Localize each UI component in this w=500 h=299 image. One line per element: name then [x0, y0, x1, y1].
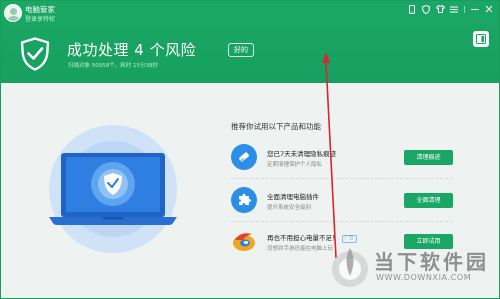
- menu-icon[interactable]: [448, 4, 460, 14]
- watermark-cn: 当下软件园: [374, 250, 489, 274]
- close-icon[interactable]: [483, 4, 495, 14]
- window-controls: [406, 4, 495, 14]
- puzzle-icon: [231, 187, 257, 213]
- phone-icon[interactable]: [406, 4, 418, 14]
- laptop-illustration: [49, 125, 177, 253]
- recommend-item-desc: 定期清理保护个人隐私: [267, 162, 323, 168]
- recommend-title: 推荐你试用以下产品和功能: [231, 122, 321, 131]
- clean-traces-button[interactable]: 清理痕迹: [404, 150, 453, 165]
- divider: [231, 221, 453, 222]
- divider: [231, 178, 453, 179]
- result-feedback-button[interactable]: 好的: [228, 43, 254, 57]
- shield-check-icon: [20, 37, 50, 71]
- watermark-logo-icon: [332, 248, 368, 287]
- login-link[interactable]: 登录享特权: [25, 14, 55, 23]
- user-avatar[interactable]: [4, 4, 22, 22]
- full-clean-button[interactable]: 全面清理: [404, 193, 453, 208]
- result-header: 电脑管家 登录享特权 成功处理 4 个风险 好的 扫描对象 50958个，耗时 …: [1, 1, 499, 83]
- recommend-item-desc: 提升系统安全级别: [267, 205, 312, 211]
- result-title: 成功处理 4 个风险: [67, 41, 197, 59]
- recommend-item-desc: 没想到手游还能在电脑上玩: [267, 246, 334, 252]
- recommend-item-name: 全面清理电脑插件: [267, 193, 319, 201]
- skin-icon[interactable]: [434, 4, 446, 14]
- shield-icon[interactable]: [420, 4, 432, 14]
- scan-info: 扫描对象 50958个，耗时 15分38秒: [68, 63, 158, 69]
- sidebar-toggle-icon[interactable]: [473, 31, 489, 47]
- recommend-item: 您已7天未清理隐私痕迹 定期清理保护个人隐私 清理痕迹: [231, 144, 481, 172]
- eraser-icon: [231, 144, 257, 170]
- minimize-icon[interactable]: [469, 4, 481, 14]
- site-watermark: 当下软件园 WWW.DOWNXIA.COM: [330, 240, 498, 296]
- recommend-item-name: 您已7天未清理隐私痕迹: [267, 150, 337, 158]
- watermark-en: WWW.DOWNXIA.COM: [376, 273, 472, 282]
- recommend-item: 全面清理电脑插件 提升系统安全级别 全面清理: [231, 187, 481, 215]
- game-logo-icon: [231, 228, 257, 254]
